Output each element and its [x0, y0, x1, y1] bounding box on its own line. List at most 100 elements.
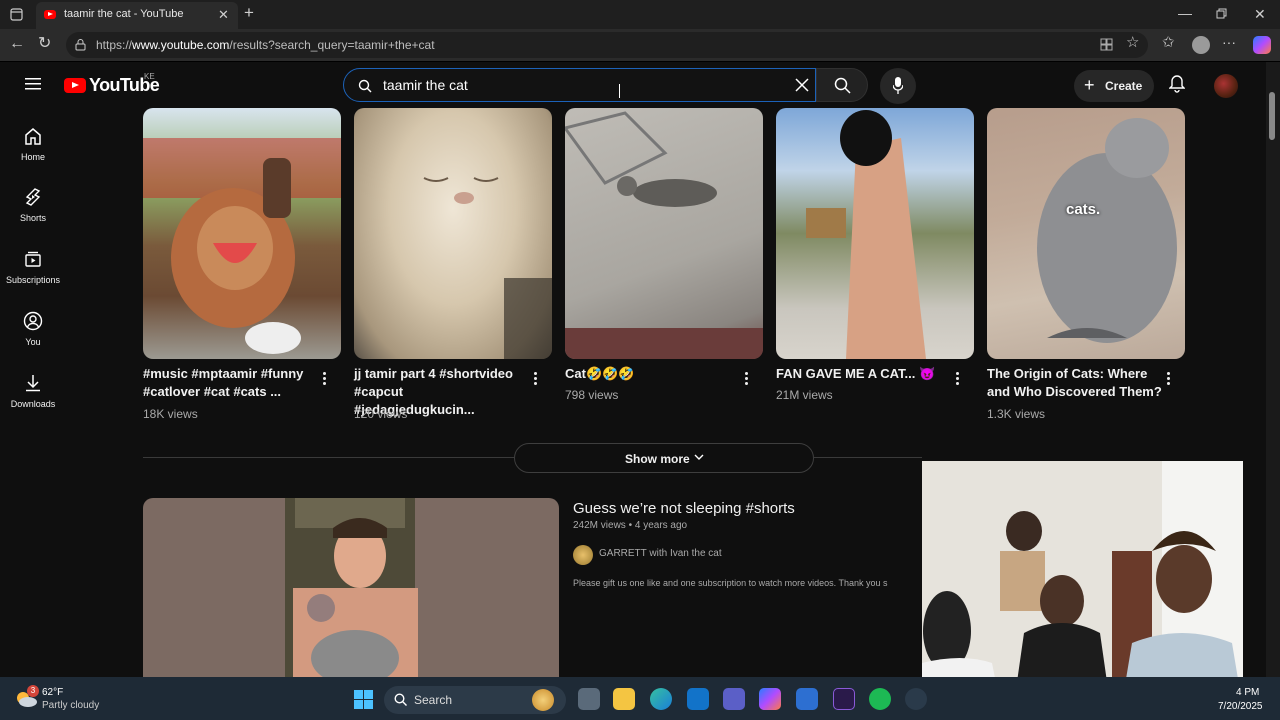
menu-icon[interactable] — [25, 77, 41, 96]
you-icon — [23, 311, 43, 331]
weather-condition[interactable]: Partly cloudy — [42, 700, 99, 711]
short-thumbnail[interactable] — [143, 108, 341, 359]
subscriptions-icon — [23, 249, 43, 269]
scrollbar-thumb[interactable] — [1269, 92, 1275, 140]
page-scrollbar[interactable] — [1266, 62, 1280, 677]
favorite-star-icon[interactable]: ☆ — [1126, 35, 1139, 50]
spotify-icon[interactable] — [869, 688, 891, 710]
short-title[interactable]: FAN GAVE ME A CAT... 😈 — [776, 365, 935, 383]
video-title[interactable]: Guess we’re not sleeping #shorts — [573, 500, 795, 517]
outlook-icon[interactable] — [687, 688, 709, 710]
browser-tab-bar: taamir the cat - YouTube ✕ + — ✕ — [0, 0, 1280, 29]
video-thumbnail[interactable] — [143, 498, 559, 678]
short-views: 18K views — [143, 407, 198, 421]
favorites-icon[interactable]: ✩ — [1162, 35, 1175, 50]
site-info-icon[interactable] — [74, 38, 87, 53]
sidebar-item-you[interactable]: You — [0, 311, 66, 347]
restore-icon[interactable] — [1216, 7, 1227, 21]
url-text: https://www.youtube.com/results?search_q… — [96, 38, 435, 52]
notifications-bell-icon[interactable] — [1168, 75, 1186, 98]
search-icon — [358, 79, 372, 98]
new-tab-icon[interactable]: + — [244, 4, 254, 21]
url-field[interactable]: https://www.youtube.com/results?search_q… — [66, 32, 1148, 58]
youtube-header: YouTube KE taamir the cat + Create — [0, 62, 1266, 108]
clear-search-icon[interactable] — [794, 77, 810, 98]
search-query-text: taamir the cat — [383, 77, 468, 93]
more-actions-icon[interactable] — [534, 372, 538, 388]
show-more-button[interactable]: Show more — [514, 443, 814, 473]
clock-date[interactable]: 7/20/2025 — [1218, 701, 1263, 712]
tab-title: taamir the cat - YouTube — [64, 8, 184, 20]
clock-time[interactable]: 4 PM — [1236, 687, 1259, 698]
sidebar-item-home[interactable]: Home — [0, 126, 66, 162]
search-input[interactable]: taamir the cat — [343, 68, 816, 102]
plus-icon: + — [1084, 75, 1095, 95]
microphone-icon — [892, 77, 904, 99]
voice-search-button[interactable] — [880, 68, 916, 104]
country-code: KE — [144, 72, 155, 81]
account-avatar[interactable] — [1214, 74, 1238, 98]
more-actions-icon[interactable] — [956, 372, 960, 388]
short-title[interactable]: #music #mptaamir #funny #catlover #cat #… — [143, 365, 311, 401]
short-views: 120 views — [354, 407, 408, 421]
short-views: 1.3K views — [987, 407, 1046, 421]
short-title[interactable]: Cat🤣🤣🤣 — [565, 365, 635, 383]
sidebar-item-label: Home — [20, 152, 45, 162]
windows-taskbar: 3 62°F Partly cloudy Search 4 PM 7/20/20… — [0, 677, 1280, 720]
minimize-icon[interactable]: — — [1178, 6, 1192, 20]
weather-badge: 3 — [27, 685, 39, 697]
teams-icon[interactable] — [723, 688, 745, 710]
search-submit-icon — [834, 77, 851, 99]
close-window-icon[interactable]: ✕ — [1254, 7, 1266, 21]
more-menu-icon[interactable]: ··· — [1222, 35, 1236, 49]
divider — [814, 457, 922, 458]
sidebar-item-downloads[interactable]: Downloads — [0, 373, 66, 409]
chevron-down-icon — [693, 451, 705, 466]
short-thumbnail[interactable] — [776, 108, 974, 359]
youtube-logo-icon[interactable] — [64, 78, 86, 93]
browser-tab-active[interactable]: taamir the cat - YouTube ✕ — [36, 2, 238, 29]
sidebar-item-shorts[interactable]: Shorts — [0, 187, 66, 223]
profile-icon[interactable] — [1192, 36, 1210, 54]
video-meta: 242M views • 4 years ago — [573, 520, 688, 531]
more-actions-icon[interactable] — [323, 372, 327, 388]
sidebar-item-subscriptions[interactable]: Subscriptions — [0, 249, 66, 285]
short-title[interactable]: The Origin of Cats: Where and Who Discov… — [987, 365, 1165, 401]
thumbnail-caption: cats. — [1066, 201, 1101, 218]
short-thumbnail[interactable] — [354, 108, 552, 359]
weather-temperature[interactable]: 62°F — [42, 687, 63, 698]
more-actions-icon[interactable] — [1167, 372, 1171, 388]
copilot-icon[interactable] — [1253, 36, 1271, 54]
app-available-icon[interactable] — [1100, 38, 1113, 53]
tab-actions-icon[interactable] — [10, 8, 23, 23]
refresh-icon[interactable]: ↻ — [38, 36, 51, 52]
text-cursor-icon — [619, 84, 623, 98]
short-thumbnail[interactable]: cats. — [987, 108, 1185, 359]
short-thumbnail[interactable] — [565, 108, 763, 359]
show-more-label: Show more — [625, 452, 690, 466]
close-tab-icon[interactable]: ✕ — [218, 8, 229, 22]
create-button[interactable]: + Create — [1074, 70, 1154, 102]
create-label: Create — [1105, 79, 1143, 93]
search-button[interactable] — [816, 68, 868, 102]
taskbar-search[interactable]: Search — [384, 686, 566, 714]
back-icon[interactable]: ← — [9, 36, 25, 52]
windows-start-icon[interactable] — [354, 690, 373, 714]
search-highlight-icon — [532, 689, 554, 711]
app-icon[interactable] — [833, 688, 855, 710]
youtube-favicon-icon — [44, 10, 56, 19]
channel-avatar[interactable] — [573, 545, 593, 565]
channel-name[interactable]: GARRETT with Ivan the cat — [599, 548, 722, 559]
store-icon[interactable] — [796, 688, 818, 710]
copilot-app-icon[interactable] — [759, 688, 781, 710]
webcam-overlay-video — [922, 461, 1243, 703]
shorts-icon — [23, 187, 43, 207]
taskbar-search-icon — [394, 693, 407, 709]
app-icon-2[interactable] — [905, 688, 927, 710]
task-view-icon[interactable] — [578, 688, 600, 710]
sidebar-item-label: Subscriptions — [5, 275, 61, 285]
browser-address-bar: ← ↻ https://www.youtube.com/results?sear… — [0, 29, 1280, 62]
more-actions-icon[interactable] — [745, 372, 749, 388]
edge-browser-icon[interactable] — [650, 688, 672, 710]
file-explorer-icon[interactable] — [613, 688, 635, 710]
